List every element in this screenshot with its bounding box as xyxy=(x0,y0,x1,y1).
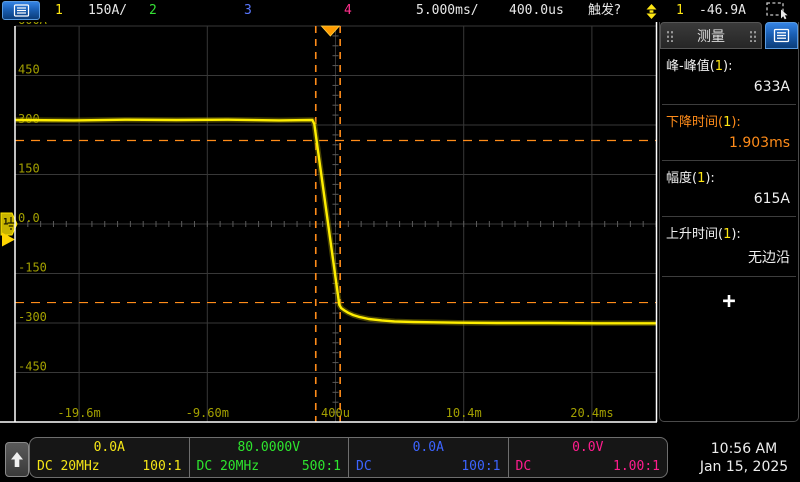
graticule: 600A4503001500.0-150-300-450-19.6m-9.60m… xyxy=(15,22,656,422)
measurement-value: 633A xyxy=(666,74,792,102)
channel3-value: 0.0A xyxy=(356,440,501,455)
channel2-status[interactable]: 2 xyxy=(149,3,157,19)
measurement-menu-button[interactable] xyxy=(765,22,798,49)
y-axis-label: -300 xyxy=(18,310,47,324)
x-axis-label: -19.6m xyxy=(57,406,100,420)
measurement-panel-title: 测量 xyxy=(697,26,725,46)
channel-info-group: 0.0A DC 20MHz 100:1 80.0000V DC 20MHz 50… xyxy=(29,437,668,478)
channel3-info-box[interactable]: 0.0A DC 100:1 xyxy=(348,438,508,477)
channel2-value: 80.0000V xyxy=(197,440,342,455)
channel2-coupling: DC 20MHz xyxy=(197,459,260,474)
channel4-coupling: DC xyxy=(516,459,532,474)
drag-handle-icon[interactable] xyxy=(666,30,673,42)
channel2-info-box[interactable]: 80.0000V DC 20MHz 500:1 xyxy=(189,438,349,477)
hamburger-menu-icon xyxy=(13,4,30,17)
channel4-value: 0.0V xyxy=(516,440,661,455)
measurement-label: 上升时间(1): xyxy=(666,223,792,242)
trigger-source-readout[interactable]: 1 xyxy=(676,3,684,19)
measurement-rise-time[interactable]: 上升时间(1): 无边沿 xyxy=(660,217,798,276)
measurement-panel-header: 测量 xyxy=(660,22,798,49)
y-axis-label: 150 xyxy=(18,162,40,176)
y-axis-label: -450 xyxy=(18,360,47,374)
y-axis-label: 600A xyxy=(18,22,48,27)
measurement-peak-to-peak[interactable]: 峰-峰值(1): 633A xyxy=(660,49,798,104)
list-menu-icon xyxy=(773,28,790,43)
channel1-coupling: DC 20MHz xyxy=(37,459,100,474)
expand-up-button[interactable] xyxy=(5,442,29,477)
measurement-panel: 测量 峰-峰值(1): 633A 下降时间(1): 1.903ms 幅度(1):… xyxy=(659,22,799,422)
delay-readout[interactable]: 400.0us xyxy=(509,3,564,19)
trigger-slope-icon[interactable] xyxy=(646,4,657,24)
clock: 10:56 AM Jan 15, 2025 xyxy=(688,440,800,476)
measurement-fall-time[interactable]: 下降时间(1): 1.903ms xyxy=(660,105,798,160)
bottom-status-bar: 0.0A DC 20MHz 100:1 80.0000V DC 20MHz 50… xyxy=(0,432,800,482)
time-display: 10:56 AM xyxy=(688,440,800,458)
channel3-status[interactable]: 3 xyxy=(244,3,252,19)
trigger-time-marker[interactable] xyxy=(321,26,339,36)
measurement-panel-tab[interactable]: 测量 xyxy=(660,22,762,49)
main-menu-button[interactable] xyxy=(2,1,40,20)
add-measurement-button[interactable]: + xyxy=(660,289,798,314)
channel1-status[interactable]: 1 xyxy=(55,3,63,19)
drag-handle-icon[interactable] xyxy=(749,30,756,42)
trigger-status-label: 触发? xyxy=(588,3,621,19)
measurement-label: 幅度(1): xyxy=(666,167,792,186)
waveform-display[interactable]: 600A4503001500.0-150-300-450-19.6m-9.60m… xyxy=(0,22,658,432)
top-status-bar: 1 150A/ 2 3 4 5.000ms/ 400.0us 触发? 1 -46… xyxy=(0,0,800,22)
y-axis-label: -150 xyxy=(18,261,47,275)
channel1-probe-ratio: 100:1 xyxy=(142,459,181,474)
channel4-info-box[interactable]: 0.0V DC 1.00:1 xyxy=(508,438,668,477)
channel4-probe-ratio: 1.00:1 xyxy=(613,459,660,474)
measurement-amplitude[interactable]: 幅度(1): 615A xyxy=(660,161,798,216)
channel1-info-box[interactable]: 0.0A DC 20MHz 100:1 xyxy=(30,438,189,477)
timebase-readout[interactable]: 5.000ms/ xyxy=(416,3,479,19)
measurement-label: 下降时间(1): xyxy=(666,111,792,130)
channel1-value: 0.0A xyxy=(37,440,182,455)
channel1-scale[interactable]: 150A/ xyxy=(88,3,127,19)
y-axis-label: 0.0 xyxy=(18,211,40,225)
measurement-value: 无边沿 xyxy=(666,242,792,274)
measurement-label: 峰-峰值(1): xyxy=(666,55,792,74)
measurement-value: 1.903ms xyxy=(666,130,792,158)
x-axis-label: 20.4ms xyxy=(570,406,613,420)
x-axis-label: 400u xyxy=(321,406,350,420)
measurement-value: 615A xyxy=(666,186,792,214)
channel3-probe-ratio: 100:1 xyxy=(461,459,500,474)
channel4-status[interactable]: 4 xyxy=(344,3,352,19)
channel2-probe-ratio: 500:1 xyxy=(302,459,341,474)
trigger-level-readout[interactable]: -46.9A xyxy=(699,3,746,19)
channel3-coupling: DC xyxy=(356,459,372,474)
y-axis-label: 450 xyxy=(18,63,40,77)
up-arrow-icon xyxy=(10,451,24,468)
divider xyxy=(662,276,796,277)
date-display: Jan 15, 2025 xyxy=(688,458,800,476)
x-axis-label: -9.60m xyxy=(186,406,229,420)
x-axis-label: 10.4m xyxy=(446,406,482,420)
